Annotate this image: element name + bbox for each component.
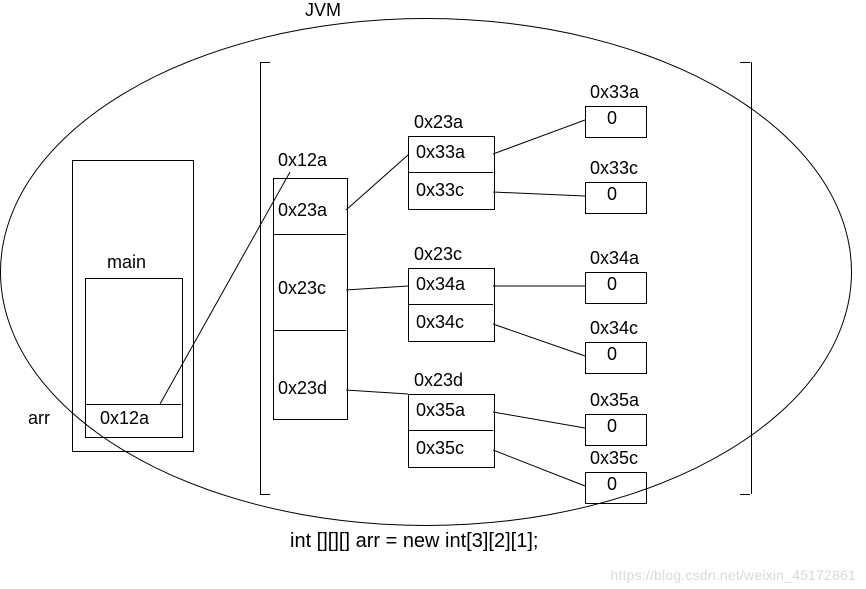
leaf-value: 0 (607, 274, 617, 295)
mid-cell: 0x34a (416, 274, 465, 295)
leaf-label: 0x34c (590, 318, 638, 339)
mid-cell: 0x35a (416, 400, 465, 421)
leaf-value: 0 (607, 344, 617, 365)
mid-label: 0x23d (414, 370, 463, 391)
mid-cell: 0x34c (416, 312, 464, 333)
mid-div (408, 304, 493, 305)
outer-array-label: 0x12a (278, 150, 327, 171)
outer-div (273, 234, 346, 235)
stack-frame-divider (85, 404, 181, 405)
leaf-label: 0x35a (590, 390, 639, 411)
leaf-value: 0 (607, 184, 617, 205)
outer-div (273, 330, 346, 331)
mid-cell: 0x33a (416, 142, 465, 163)
heap-corner (740, 494, 750, 495)
mid-cell: 0x33c (416, 180, 464, 201)
diagram-stage: JVM main arr 0x12a 0x12a 0x23a 0x23c 0x2… (0, 0, 866, 589)
watermark-label: https://blog.csdn.net/weixin_45172861 (610, 567, 856, 583)
outer-cell: 0x23c (278, 278, 326, 299)
mid-div (408, 172, 493, 173)
heap-corner (260, 62, 270, 63)
leaf-label: 0x35c (590, 448, 638, 469)
mid-label: 0x23c (414, 244, 462, 265)
mid-label: 0x23a (414, 112, 463, 133)
leaf-label: 0x33c (590, 158, 638, 179)
outer-cell: 0x23d (278, 378, 327, 399)
leaf-value: 0 (607, 108, 617, 129)
stack-frame-label: main (107, 252, 146, 273)
mid-cell: 0x35c (416, 438, 464, 459)
outer-cell: 0x23a (278, 200, 327, 221)
heap-corner (260, 494, 270, 495)
title-label: JVM (305, 0, 341, 21)
leaf-label: 0x33a (590, 82, 639, 103)
code-label: int [][][] arr = new int[3][2][1]; (290, 530, 538, 553)
leaf-value: 0 (607, 474, 617, 495)
mid-div (408, 430, 493, 431)
leaf-label: 0x34a (590, 248, 639, 269)
leaf-value: 0 (607, 416, 617, 437)
stack-var-label: arr (28, 408, 50, 429)
stack-var-value: 0x12a (100, 408, 149, 429)
heap-corner (740, 62, 750, 63)
